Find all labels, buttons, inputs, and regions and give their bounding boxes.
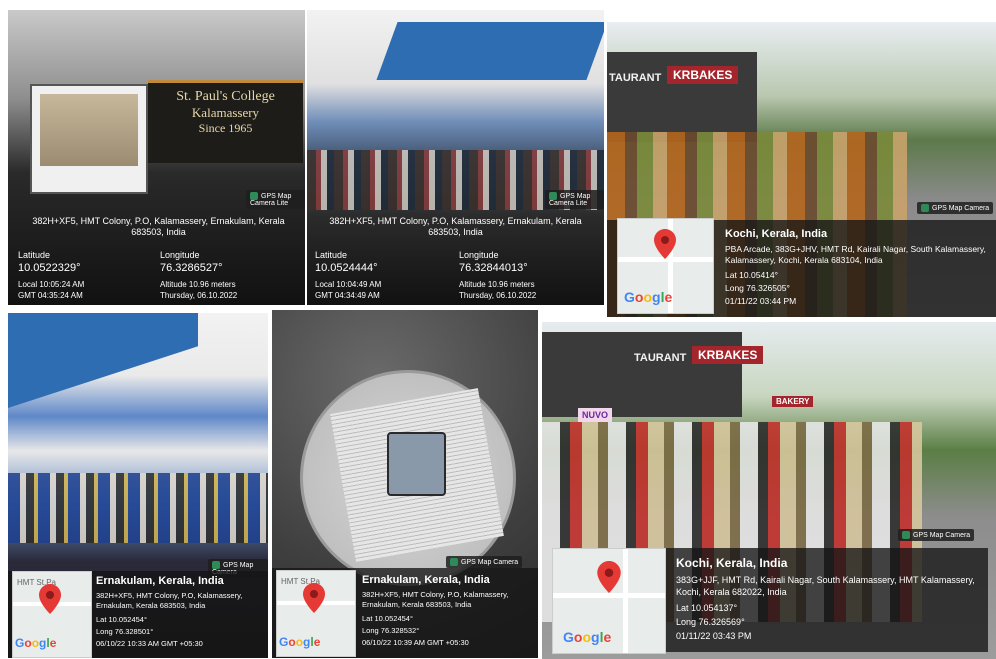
datetime-text: 06/10/22 10:39 AM GMT +05:30 bbox=[362, 638, 469, 647]
participants bbox=[8, 473, 268, 543]
gps-map-camera-icon bbox=[250, 192, 258, 200]
datetime-text: 06/10/22 10:33 AM GMT +05:30 bbox=[96, 639, 203, 648]
location-stamp: HMT St.Pa Google Ernakulam, Kerala, Indi… bbox=[272, 568, 538, 658]
longitude-label: Longitude bbox=[160, 250, 200, 260]
latitude-label: Latitude bbox=[315, 250, 348, 260]
gmt-time: GMT 04:34:49 AM bbox=[315, 291, 380, 300]
location-title: Kochi, Kerala, India bbox=[676, 556, 788, 570]
photo-street-pledge: TAURANT KRBAKES GPS Map Camera Google Ko… bbox=[607, 22, 996, 317]
altitude-text: Altitude 10.96 meters bbox=[160, 280, 236, 289]
longitude-text: Long 76.328501° bbox=[96, 627, 154, 636]
location-stamp: HMT St.Pa Google Ernakulam, Kerala, Indi… bbox=[8, 571, 268, 658]
address-text: PBA Arcade, 383G+JHV, HMT Rd, Kairali Na… bbox=[725, 244, 986, 266]
badge-text: GPS Map Camera bbox=[913, 531, 971, 539]
google-logo: Google bbox=[624, 289, 673, 305]
gps-map-camera-icon bbox=[450, 558, 458, 566]
google-logo: Google bbox=[15, 636, 57, 650]
shop-sign-3: NUVO bbox=[578, 408, 613, 422]
map-pin-icon bbox=[597, 561, 621, 593]
latitude-value: 10.0522329° bbox=[18, 262, 81, 274]
shop-sign-4: BAKERY bbox=[772, 396, 814, 407]
local-time: Local 10:04:49 AM bbox=[315, 280, 382, 289]
gmt-time: GMT 04:35:24 AM bbox=[18, 291, 83, 300]
gps-map-camera-icon bbox=[549, 192, 557, 200]
latitude-label: Latitude bbox=[18, 250, 51, 260]
photo-street-pledge-2: TAURANT KRBAKES NUVO BAKERY GPS Map Came… bbox=[542, 322, 996, 659]
longitude-text: Long 76.326569° bbox=[676, 617, 745, 627]
latitude-text: Lat 10.054137° bbox=[676, 603, 738, 613]
local-time: Local 10:05:24 AM bbox=[18, 280, 85, 289]
location-title: Ernakulam, Kerala, India bbox=[96, 575, 224, 587]
small-tin-box bbox=[387, 432, 446, 496]
location-title: Ernakulam, Kerala, India bbox=[362, 574, 490, 586]
gps-camera-badge: GPS Map Camera bbox=[446, 556, 523, 568]
longitude-label: Longitude bbox=[459, 250, 499, 260]
altitude-text: Altitude 10.96 meters bbox=[459, 280, 535, 289]
longitude-value: 76.3286527° bbox=[160, 262, 223, 274]
map-pin-icon bbox=[39, 584, 61, 614]
badge-text: GPS Map Camera bbox=[461, 558, 519, 566]
shop-sign-2: KRBAKES bbox=[667, 66, 739, 84]
photo-audience-hall: GPS Map Camera Lite 382H+XF5, HMT Colony… bbox=[307, 10, 604, 305]
latitude-text: Lat 10.05414° bbox=[725, 270, 779, 280]
google-logo: Google bbox=[563, 629, 612, 645]
projection-screen bbox=[30, 84, 148, 194]
date-text: Thursday, 06.10.2022 bbox=[160, 291, 238, 300]
gps-camera-badge: GPS Map Camera bbox=[898, 529, 975, 541]
gps-map-camera-icon bbox=[902, 531, 910, 539]
location-stamp: Google Kochi, Kerala, India 383G+JJF, HM… bbox=[552, 548, 988, 654]
longitude-text: Long 76.326505° bbox=[725, 283, 790, 293]
address-text: 382H+XF5, HMT Colony, P.O, Kalamassery, … bbox=[96, 591, 243, 611]
shop-facade bbox=[542, 332, 742, 417]
map-pin-icon bbox=[654, 229, 676, 259]
photo-hall-activity: GPS Map Camera HMT St.Pa Google Ernakula… bbox=[8, 313, 268, 658]
photo-hall-video-screen: St. Paul's College Kalamassery Since 196… bbox=[8, 10, 305, 305]
mini-map: Google bbox=[617, 218, 714, 314]
address-text: 382H+XF5, HMT Colony, P.O, Kalamassery, … bbox=[32, 216, 285, 238]
mini-map: HMT St.Pa Google bbox=[12, 571, 92, 658]
gps-camera-badge: GPS Map Camera Lite bbox=[246, 190, 305, 209]
shop-sign-1: TAURANT bbox=[634, 352, 687, 364]
gps-camera-badge: GPS Map Camera Lite bbox=[545, 190, 604, 209]
photo-tray-on-ground: GPS Map Camera HMT St.Pa Google Ernakula… bbox=[272, 310, 538, 658]
shop-sign-2: KRBAKES bbox=[692, 346, 764, 364]
address-text: 382H+XF5, HMT Colony, P.O, Kalamassery, … bbox=[362, 590, 509, 610]
gps-camera-badge: GPS Map Camera bbox=[917, 202, 994, 214]
gps-map-camera-icon bbox=[212, 561, 220, 569]
address-text: 382H+XF5, HMT Colony, P.O, Kalamassery, … bbox=[329, 216, 582, 238]
mini-map: HMT St.Pa Google bbox=[276, 570, 356, 657]
latitude-text: Lat 10.052454° bbox=[96, 615, 147, 624]
latitude-text: Lat 10.052454° bbox=[362, 614, 413, 623]
google-logo: Google bbox=[279, 635, 321, 649]
location-stamp: Google Kochi, Kerala, India PBA Arcade, … bbox=[607, 218, 996, 317]
latitude-value: 10.0524444° bbox=[315, 262, 378, 274]
longitude-text: Long 76.328532° bbox=[362, 626, 420, 635]
date-text: Thursday, 06.10.2022 bbox=[459, 291, 537, 300]
badge-text: GPS Map Camera bbox=[932, 204, 990, 212]
college-banner: St. Paul's College Kalamassery Since 196… bbox=[148, 80, 303, 163]
map-pin-icon bbox=[303, 583, 325, 613]
shop-sign-1: TAURANT bbox=[609, 72, 662, 84]
longitude-value: 76.32844013° bbox=[459, 262, 528, 274]
ceiling-blue bbox=[8, 313, 198, 408]
datetime-text: 01/11/22 03:44 PM bbox=[725, 296, 797, 306]
speaker-video bbox=[40, 94, 138, 166]
banner-line-1: St. Paul's College bbox=[176, 89, 275, 104]
ceiling-blue bbox=[376, 22, 604, 80]
mini-map: Google bbox=[552, 548, 666, 654]
address-text: 383G+JJF, HMT Rd, Kairali Nagar, South K… bbox=[676, 575, 975, 598]
gps-map-camera-icon bbox=[921, 204, 929, 212]
datetime-text: 01/11/22 03:43 PM bbox=[676, 631, 752, 641]
banner-line-2: Kalamassery bbox=[191, 105, 260, 120]
location-title: Kochi, Kerala, India bbox=[725, 228, 828, 240]
banner-line-3: Since 1965 bbox=[198, 121, 253, 135]
